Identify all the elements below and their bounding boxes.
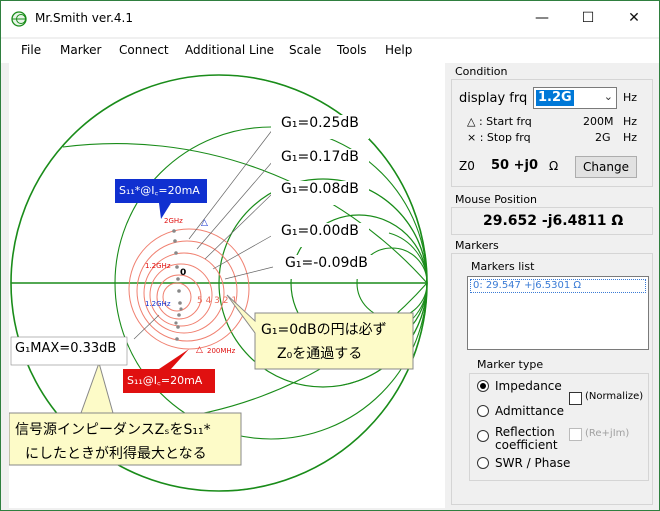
gain-label-0.25: G₁=0.25dB — [281, 115, 359, 131]
callout-source-line1: 信号源インピーダンスZₛをS₁₁* — [15, 422, 211, 438]
smith-chart: △ △ 2GHz 1.2GHz 1.2GHz 200MHz 0 5 4 3 2 … — [8, 74, 428, 492]
normalize-checkbox[interactable] — [569, 392, 582, 405]
gain-label-0.17: G₁=0.17dB — [281, 149, 359, 165]
menu-additional-line[interactable]: Additional Line — [185, 43, 274, 57]
z0-unit: Ω — [549, 159, 559, 173]
condition-group-label: Condition — [455, 65, 508, 78]
s11-trace — [172, 229, 183, 341]
freq-label-2ghz: 2GHz — [164, 217, 183, 225]
start-frq-value: 200M — [583, 115, 614, 128]
svg-text:△: △ — [196, 345, 203, 355]
radio-impedance-label: Impedance — [495, 379, 562, 393]
radio-reflection-label-2: coefficient — [495, 438, 558, 452]
mouse-position-group-label: Mouse Position — [455, 193, 538, 206]
window-title: Mr.Smith ver.4.1 — [35, 11, 133, 25]
s11-conjugate-label: S₁₁*@I꜀=20mA — [119, 184, 200, 197]
smith-chart-canvas[interactable]: △ △ 2GHz 1.2GHz 1.2GHz 200MHz 0 5 4 3 2 … — [8, 63, 445, 508]
normalize-label: (Normalize) — [585, 391, 644, 402]
menu-tools[interactable]: Tools — [337, 43, 367, 57]
stop-frq-value: 2G — [595, 131, 611, 144]
display-frq-value: 1.2G — [536, 90, 574, 106]
change-button[interactable]: Change — [575, 156, 637, 178]
mouse-position-value: 29.652 -j6.4811 Ω — [483, 213, 624, 229]
chevron-down-icon[interactable]: ⌄ — [604, 90, 613, 103]
radio-admittance-label: Admittance — [495, 404, 564, 418]
menu-file[interactable]: File — [21, 43, 41, 57]
gain-label-minus-0.09: G₁=-0.09dB — [285, 255, 368, 271]
radio-swr-phase-label: SWR / Phase — [495, 456, 571, 470]
menu-bar: File Marker Connect Additional Line Scal… — [1, 39, 659, 63]
gain-label-0.08: G₁=0.08dB — [281, 181, 359, 197]
g1max-label: G₁MAX=0.33dB — [15, 341, 117, 356]
radio-admittance[interactable] — [477, 405, 489, 417]
radio-reflection-label: Reflection — [495, 425, 555, 439]
display-frq-label: display frq — [459, 91, 528, 106]
menu-help[interactable]: Help — [385, 43, 412, 57]
menu-connect[interactable]: Connect — [119, 43, 169, 57]
list-item[interactable]: 0: 29.547 +j6.5301 Ω — [470, 279, 646, 293]
smith-chart-app-icon — [11, 11, 27, 27]
hz-label-1: Hz — [623, 91, 638, 104]
markers-list-label: Markers list — [471, 260, 535, 273]
reim-checkbox[interactable] — [569, 428, 582, 441]
title-bar: Mr.Smith ver.4.1 — ☐ ✕ — [1, 1, 659, 37]
freq-label-200mhz: 200MHz — [207, 347, 236, 355]
minimize-button[interactable]: — — [519, 1, 565, 35]
display-frq-select[interactable]: 1.2G ⌄ — [533, 87, 617, 109]
close-button[interactable]: ✕ — [611, 1, 657, 35]
stop-frq-label: × : Stop frq — [467, 131, 531, 144]
start-frq-label: △ : Start frq — [467, 115, 532, 128]
callout-z0-line1: G₁=0dBの円は必ず — [261, 322, 387, 338]
menu-scale[interactable]: Scale — [289, 43, 321, 57]
freq-label-12ghz-red: 1.2GHz — [145, 262, 171, 270]
freq-label-12ghz-blue: 1.2GHz — [145, 300, 171, 308]
gain-label-0.00: G₁=0.00dB — [281, 223, 359, 239]
maximize-button[interactable]: ☐ — [565, 1, 611, 35]
z0-label: Z0 — [459, 159, 475, 173]
markers-group-label: Markers — [455, 239, 499, 252]
callout-z0-line2: Z₀を通過する — [277, 346, 363, 362]
radio-reflection[interactable] — [477, 430, 489, 442]
hz-label-2: Hz — [623, 115, 638, 128]
z0-value: 50 +j0 — [491, 158, 539, 173]
s11-label: S₁₁@I꜀=20mA — [127, 374, 203, 387]
menu-marker[interactable]: Marker — [60, 43, 101, 57]
marker-zero-label: 0 — [180, 268, 186, 278]
callout-source-line2: にしたときが利得最大となる — [25, 446, 207, 462]
marker-type-group-label: Marker type — [477, 358, 544, 371]
radio-swr-phase[interactable] — [477, 457, 489, 469]
radio-impedance[interactable] — [477, 380, 489, 392]
hz-label-3: Hz — [623, 131, 638, 144]
reim-label: (Re+jIm) — [585, 428, 630, 439]
app-window: Mr.Smith ver.4.1 — ☐ ✕ File Marker Conne… — [0, 0, 660, 511]
svg-text:△: △ — [201, 218, 208, 228]
markers-list[interactable]: 0: 29.547 +j6.5301 Ω — [467, 276, 649, 350]
